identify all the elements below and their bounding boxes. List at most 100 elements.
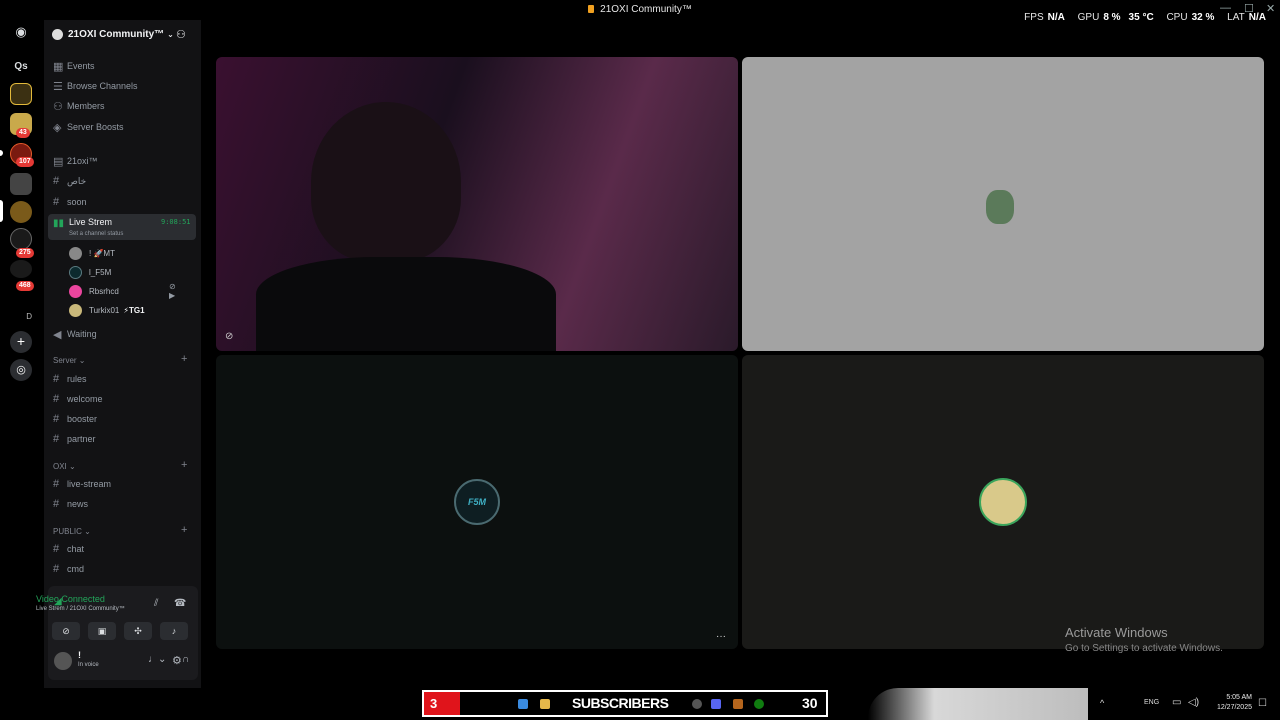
discord-logo-icon[interactable]: ◉ — [10, 24, 32, 46]
clock[interactable]: 5:05 AM 12/27/2025 — [1208, 693, 1252, 713]
category-header[interactable]: PUBLIC ⌄ — [53, 527, 91, 536]
add-channel-icon[interactable]: + — [181, 459, 187, 471]
add-channel-icon[interactable]: + — [181, 524, 187, 536]
hash-icon: # — [53, 393, 60, 405]
server-icon[interactable] — [10, 173, 32, 195]
user-name: ! — [78, 650, 81, 660]
chevron-up-icon[interactable]: ^ — [1100, 698, 1104, 708]
events-link[interactable]: ▦ Events — [52, 57, 195, 75]
voice-user[interactable]: l_F5M — [69, 264, 111, 280]
selected-pill — [0, 200, 3, 222]
voice-channel-item[interactable]: ◀ Waiting — [52, 325, 195, 343]
network-icon[interactable]: ▭ — [1172, 697, 1181, 708]
category-header[interactable]: Server ⌄ — [53, 356, 86, 365]
invite-icon[interactable]: ⚇ — [176, 28, 186, 41]
volume-icon[interactable]: ◁) — [1188, 697, 1199, 708]
rules-icon: ▤ — [53, 155, 64, 168]
voice-user[interactable]: Rbsrhcd ⊘ ▶ — [69, 282, 176, 300]
sub-count-right: 30 — [802, 695, 818, 711]
server-icon — [52, 28, 63, 40]
channel-item[interactable]: # live-stream — [52, 475, 195, 493]
channel-item[interactable]: ▤ 21oxi™ — [52, 152, 195, 170]
muted-mic-icon: ⊘ — [225, 331, 234, 342]
unread-pill — [0, 150, 3, 156]
voice-user[interactable]: Turkix01 ⚡TG1 — [69, 302, 145, 318]
screen-share-button[interactable]: ▣ — [88, 622, 116, 640]
channel-item[interactable]: # partner — [52, 430, 195, 448]
notification-icon[interactable]: ☐ — [1258, 698, 1267, 709]
xbox-icon[interactable] — [754, 699, 764, 709]
hash-icon: # — [53, 175, 60, 187]
server-folder-icon[interactable]: D — [10, 300, 32, 324]
mention-badge: 275 — [16, 248, 34, 258]
wallpaper-figure — [868, 688, 1088, 720]
server-boosts-link[interactable]: ◈ Server Boosts — [52, 118, 195, 136]
avatar[interactable] — [54, 652, 72, 670]
avatar — [69, 246, 82, 260]
webcam-person — [311, 102, 461, 262]
channel-item[interactable]: # rules — [52, 370, 195, 388]
avatar — [979, 478, 1027, 526]
language-indicator[interactable]: ENG — [1144, 699, 1159, 706]
hash-icon: # — [53, 478, 60, 490]
channel-sidebar: 21OXI Community™ ⌄ ⚇ ▦ Events ☰ Browse Chan… — [36, 20, 201, 688]
settings-gear-icon[interactable]: ⚙ — [172, 654, 182, 667]
add-server-icon[interactable]: + — [10, 331, 32, 353]
channel-item[interactable]: # خاص — [52, 172, 195, 190]
channel-item[interactable]: # welcome — [52, 390, 195, 408]
hash-icon: # — [53, 196, 60, 208]
voice-video-grid: ⊘ F5M ··· Activate Windows Go to Setting… — [201, 20, 1280, 688]
server-icon[interactable] — [10, 83, 32, 105]
members-icon: ⚇ — [53, 100, 63, 113]
server-icon[interactable] — [10, 260, 32, 278]
discover-icon[interactable]: ◎ — [10, 359, 32, 381]
speaker-icon: ◀ — [53, 328, 62, 341]
members-link[interactable]: ⚇ Members — [52, 97, 195, 115]
app-icon[interactable] — [733, 699, 743, 709]
hash-icon: # — [53, 498, 60, 510]
channel-item[interactable]: # news — [52, 495, 195, 513]
boost-icon: ◈ — [53, 121, 62, 134]
video-tile-avatar[interactable] — [742, 355, 1264, 649]
noise-suppression-icon[interactable]: ⫽ — [154, 598, 158, 609]
voice-channel-active[interactable]: ▮▮ Live Strem 9:08:51 Set a channel stat… — [48, 214, 196, 240]
video-tile-avatar[interactable] — [742, 57, 1264, 351]
channel-item[interactable]: # soon — [52, 193, 195, 211]
video-icon: ⊘ ▶ — [169, 282, 176, 300]
browse-channels-link[interactable]: ☰ Browse Channels — [52, 77, 195, 95]
headphones-icon[interactable]: ∩ — [182, 654, 189, 665]
channel-item[interactable]: # booster — [52, 410, 195, 428]
video-tile-avatar[interactable]: F5M ··· — [216, 355, 738, 649]
discord-taskbar-icon[interactable] — [711, 699, 721, 709]
category-header[interactable]: OXI ⌄ — [53, 462, 76, 471]
user-status: In voice — [78, 662, 99, 668]
avatar — [69, 303, 82, 317]
mention-badge: 107 — [16, 157, 34, 167]
server-icon[interactable] — [10, 201, 32, 223]
webcam-body — [256, 257, 556, 351]
file-explorer-icon[interactable] — [540, 699, 550, 709]
channel-item[interactable]: # chat — [52, 540, 195, 558]
subscriber-counter: 3 SUBSCRIBERS 30 — [422, 690, 828, 717]
disconnect-icon[interactable]: ☎ — [174, 598, 186, 609]
server-name: 21OXI Community™ — [68, 28, 165, 40]
channel-item[interactable]: # cmd — [52, 560, 195, 578]
more-options-icon[interactable]: ··· — [716, 631, 726, 642]
windows-start-icon[interactable] — [518, 699, 528, 709]
microphone-icon[interactable]: ♩⌄ — [148, 654, 166, 665]
activate-windows-watermark: Activate Windows Go to Settings to activ… — [1065, 625, 1223, 654]
quick-switch-icon[interactable]: Qs — [10, 56, 32, 78]
calendar-icon: ▦ — [53, 60, 64, 73]
server-rail: ◉ Qs 43 107 275 468 D + ◎ — [0, 20, 44, 688]
voice-user[interactable]: ! 🚀MT — [69, 245, 115, 261]
server-header[interactable]: 21OXI Community™ ⌄ ⚇ — [52, 26, 192, 42]
camera-button[interactable]: ⊘ — [52, 622, 80, 640]
activities-button[interactable]: ✣ — [124, 622, 152, 640]
app-icon[interactable] — [692, 699, 702, 709]
video-tile-camera[interactable]: ⊘ — [216, 57, 738, 351]
hash-icon: # — [53, 563, 60, 575]
avatar: F5M — [454, 479, 500, 525]
add-channel-icon[interactable]: + — [181, 353, 187, 365]
soundboard-button[interactable]: ♪ — [160, 622, 188, 640]
server-folder-icon[interactable] — [10, 228, 32, 250]
